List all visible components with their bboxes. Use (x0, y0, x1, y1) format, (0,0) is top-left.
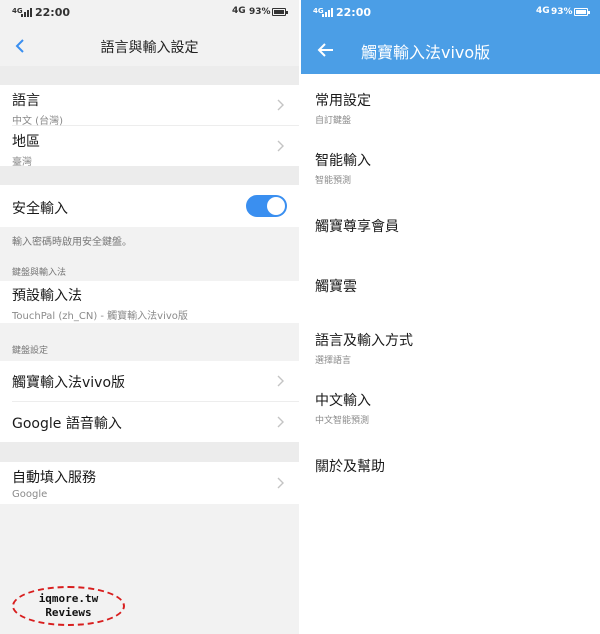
page-title: 語言與輸入設定 (100, 40, 199, 56)
section-keyboard-input: 鍵盤與輸入法 (12, 268, 67, 278)
menu-item-label: 關於及幫助 (315, 459, 385, 475)
signal-icon (21, 8, 32, 17)
region-row[interactable]: 地區 臺灣 (0, 126, 299, 168)
chevron-right-icon (277, 99, 284, 111)
menu-item-language-input-method[interactable]: 語言及輸入方式 選擇語言 (301, 314, 600, 374)
menu-item-label: 中文輸入 (315, 393, 371, 409)
battery-percent: 93% (551, 7, 573, 17)
menu-item-sub: 選擇語言 (315, 356, 352, 366)
chevron-right-icon (277, 140, 284, 152)
language-region-group: 語言 中文 (台灣) 地區 臺灣 (0, 85, 299, 168)
default-ime-value: TouchPal (zh_CN) - 觸寶輸入法vivo版 (12, 311, 188, 322)
chevron-right-icon (277, 477, 284, 489)
menu-item-chinese-input[interactable]: 中文輸入 中文智能預測 (301, 374, 600, 434)
language-label: 語言 (12, 93, 40, 109)
menu-item-label: 語言及輸入方式 (315, 333, 413, 349)
default-ime-row[interactable]: 預設輸入法 TouchPal (zh_CN) - 觸寶輸入法vivo版 (0, 281, 299, 323)
battery-percent: 93% (249, 7, 271, 17)
default-ime-group: 預設輸入法 TouchPal (zh_CN) - 觸寶輸入法vivo版 (0, 281, 299, 323)
secure-input-toggle[interactable] (246, 195, 287, 217)
menu-item-sub: 智能預測 (315, 176, 352, 186)
menu-item-smart-input[interactable]: 智能輸入 智能預測 (301, 134, 600, 194)
network-type-secondary: 4G (536, 6, 550, 16)
status-time: 22:00 (336, 6, 372, 19)
menu-item-common-settings[interactable]: 常用設定 自訂鍵盤 (301, 74, 600, 134)
status-time: 22:00 (35, 6, 71, 19)
app-bar: 觸寶輸入法vivo版 (301, 26, 600, 74)
keyboard-touchpal-row[interactable]: 觸寶輸入法vivo版 (0, 361, 299, 401)
header: 語言與輸入設定 (0, 26, 299, 66)
menu-item-vip-member[interactable]: 觸寶尊享會員 (301, 194, 600, 254)
secure-input-group: 安全輸入 (0, 185, 299, 227)
chevron-right-icon (277, 416, 284, 428)
autofill-label: 自動填入服務 (12, 470, 96, 486)
keyboards-group: 觸寶輸入法vivo版 Google 語音輸入 (0, 361, 299, 442)
default-ime-label: 預設輸入法 (12, 288, 82, 304)
network-type-secondary: 4G (232, 6, 246, 16)
spacer (0, 442, 299, 462)
chevron-right-icon (277, 375, 284, 387)
autofill-row[interactable]: 自動填入服務 Google (0, 462, 299, 504)
keyboard-google-voice-row[interactable]: Google 語音輸入 (0, 402, 299, 442)
section-keyboard-settings: 鍵盤設定 (12, 346, 49, 356)
battery-icon (272, 8, 288, 16)
language-value: 中文 (台灣) (12, 116, 63, 127)
spacer (0, 166, 299, 185)
menu-item-sub: 中文智能預測 (315, 416, 370, 426)
region-value: 臺灣 (12, 157, 32, 168)
signal-icon (322, 8, 333, 17)
battery-icon (574, 8, 590, 16)
watermark-line1: iqmore.tw (38, 592, 99, 605)
menu-item-about-help[interactable]: 關於及幫助 (301, 434, 600, 494)
menu-item-label: 觸寶雲 (315, 279, 357, 295)
status-bar: 4G 22:00 4G 93% (0, 0, 299, 26)
secure-input-row[interactable]: 安全輸入 (0, 185, 299, 227)
autofill-group: 自動填入服務 Google (0, 462, 299, 504)
autofill-value: Google (12, 489, 48, 500)
spacer (0, 66, 299, 85)
menu-item-label: 觸寶尊享會員 (315, 219, 399, 235)
menu-item-sub: 自訂鍵盤 (315, 116, 352, 126)
app-title: 觸寶輸入法vivo版 (361, 43, 491, 62)
region-label: 地區 (12, 134, 40, 150)
touchpal-settings-screen: 4G 22:00 4G 93% 觸寶輸入法vivo版 常用設定 自訂鍵盤 智能輸… (301, 0, 600, 634)
keyboard-touchpal-label: 觸寶輸入法vivo版 (12, 375, 126, 391)
status-bar: 4G 22:00 4G 93% (301, 0, 600, 26)
menu-item-label: 常用設定 (315, 93, 371, 109)
keyboard-google-voice-label: Google 語音輸入 (12, 416, 122, 432)
back-arrow-icon[interactable] (315, 39, 337, 61)
language-input-settings-screen: 4G 22:00 4G 93% 語言與輸入設定 語言 中文 (台灣) 地區 臺灣… (0, 0, 299, 634)
language-row[interactable]: 語言 中文 (台灣) (0, 85, 299, 127)
menu-item-label: 智能輸入 (315, 153, 371, 169)
watermark-line2: Reviews (45, 606, 92, 619)
menu-item-cloud[interactable]: 觸寶雲 (301, 254, 600, 314)
secure-input-note: 輸入密碼時啟用安全鍵盤。 (12, 237, 132, 248)
watermark-logo: iqmore.tw Reviews (12, 586, 125, 626)
toggle-knob (267, 197, 285, 215)
